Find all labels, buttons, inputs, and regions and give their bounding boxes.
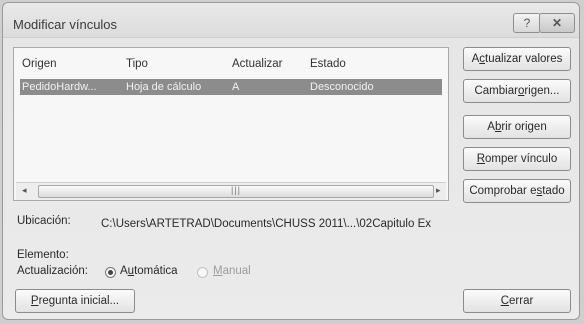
scroll-thumb[interactable]: ||| [38, 185, 434, 198]
cell-estado: Desconocido [310, 81, 374, 93]
close-icon: ✕ [551, 16, 563, 30]
manual-radio[interactable] [197, 267, 208, 278]
open-source-button[interactable]: Ab rir origen [463, 115, 571, 139]
btn-text: tualizar valores [485, 53, 563, 65]
table-row[interactable]: PedidoHardw... Hoja de cálculo A Descono… [20, 79, 442, 95]
automatic-label[interactable]: Automática [120, 265, 178, 277]
break-link-button[interactable]: Romper vínculo [463, 147, 571, 171]
edit-links-dialog: Modificar vínculos ? ✕ Origen Tipo Actua… [2, 2, 580, 320]
automatic-radio[interactable] [105, 267, 116, 278]
grip-icon: ||| [231, 185, 242, 195]
cell-origen: PedidoHardw... [22, 81, 97, 93]
help-icon: ? [523, 16, 531, 30]
radio-text: tomática [134, 265, 178, 277]
btn-text: A [471, 53, 480, 65]
column-header-estado[interactable]: Estado [310, 58, 346, 70]
close-window-button[interactable]: ✕ [539, 13, 575, 33]
location-value: C:\Users\ARTETRAD\Documents\CHUSS 2011\.… [101, 218, 431, 230]
btn-mnemonic: R [476, 153, 486, 165]
column-header-origen[interactable]: Origen [22, 58, 57, 70]
update-values-button[interactable]: Ac tualizar valores [463, 47, 571, 71]
help-button[interactable]: ? [513, 13, 541, 33]
btn-text: rir origen [501, 121, 547, 133]
startup-prompt-button[interactable]: Pregunta inicial... [15, 289, 135, 313]
change-source-button[interactable]: Cambiar o rigen... [463, 79, 571, 103]
update-label: Actualización: [17, 265, 88, 277]
radio-mnemonic: M [213, 265, 223, 277]
cell-tipo: Hoja de cálculo [126, 81, 202, 93]
btn-text: omper vínculo [485, 153, 558, 165]
scroll-left-icon[interactable]: ◂ [22, 185, 27, 196]
btn-mnemonic: P [30, 295, 39, 307]
title-bar: Modificar vínculos ? ✕ [3, 3, 579, 38]
btn-mnemonic: C [500, 295, 510, 307]
column-header-tipo[interactable]: Tipo [126, 58, 148, 70]
close-button[interactable]: Cerrar [463, 289, 571, 313]
horizontal-scrollbar[interactable]: ◂ ||| ▸ [16, 182, 446, 200]
btn-text: tado [542, 185, 565, 197]
btn-text: errar [509, 295, 534, 307]
radio-text: anual [222, 265, 251, 277]
element-label: Elemento: [17, 249, 69, 261]
check-status-button[interactable]: Comprobar e s tado [463, 179, 571, 203]
cell-actualizar: A [232, 81, 240, 93]
btn-text: Cambiar [474, 85, 518, 97]
radio-text: A [120, 265, 128, 277]
manual-label[interactable]: Manual [213, 265, 251, 277]
btn-text: Comprobar e [469, 185, 537, 197]
scroll-right-icon[interactable]: ▸ [436, 185, 441, 196]
column-header-actualizar[interactable]: Actualizar [232, 58, 283, 70]
location-label: Ubicación: [17, 215, 71, 227]
btn-text: A [487, 121, 495, 133]
btn-text: rigen... [524, 85, 560, 97]
dialog-title: Modificar vínculos [13, 17, 118, 32]
btn-text: regunta inicial... [38, 295, 120, 307]
links-list[interactable]: Origen Tipo Actualizar Estado PedidoHard… [13, 47, 449, 201]
